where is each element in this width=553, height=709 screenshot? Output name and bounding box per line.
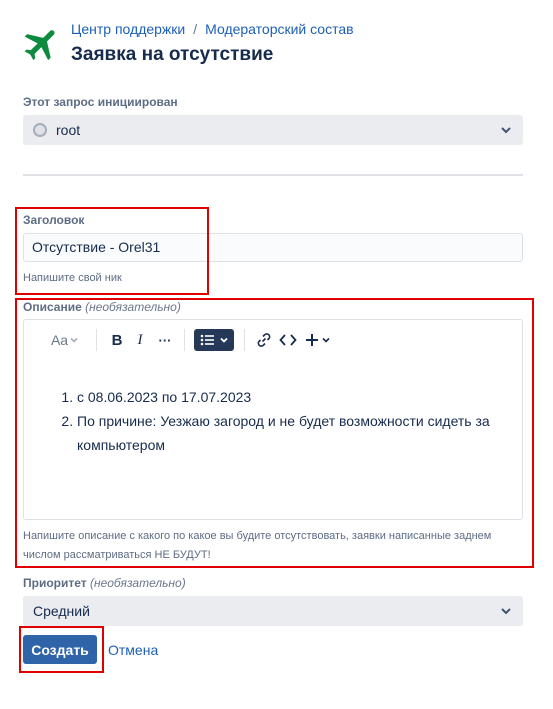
- raised-by-select[interactable]: root: [23, 115, 523, 145]
- page-title: Заявка на отсутствие: [71, 44, 274, 65]
- priority-label: Приоритет (необязательно): [23, 576, 186, 590]
- chevron-down-icon: [501, 127, 511, 134]
- cancel-link[interactable]: Отмена: [108, 642, 158, 658]
- airplane-icon: [24, 30, 55, 61]
- breadcrumb-help-center[interactable]: Центр поддержки: [71, 21, 185, 37]
- highlight-box-description: [15, 298, 534, 568]
- highlight-box-summary: [15, 207, 209, 295]
- chevron-down-icon: [501, 608, 511, 615]
- priority-optional: (необязательно): [89, 576, 186, 590]
- breadcrumb-moderators[interactable]: Модераторский состав: [205, 21, 353, 37]
- user-avatar-icon: [33, 123, 47, 137]
- breadcrumb-separator: /: [193, 21, 198, 37]
- priority-value: Средний: [33, 603, 90, 619]
- priority-label-text: Приоритет: [23, 576, 87, 590]
- raised-by-label: Этот запрос инициирован: [23, 95, 178, 109]
- raised-by-value: root: [56, 122, 81, 138]
- priority-select[interactable]: Средний: [23, 596, 523, 626]
- section-divider: [23, 174, 523, 176]
- highlight-box-create: [19, 626, 104, 673]
- breadcrumb: Центр поддержки / Модераторский состав: [71, 21, 354, 37]
